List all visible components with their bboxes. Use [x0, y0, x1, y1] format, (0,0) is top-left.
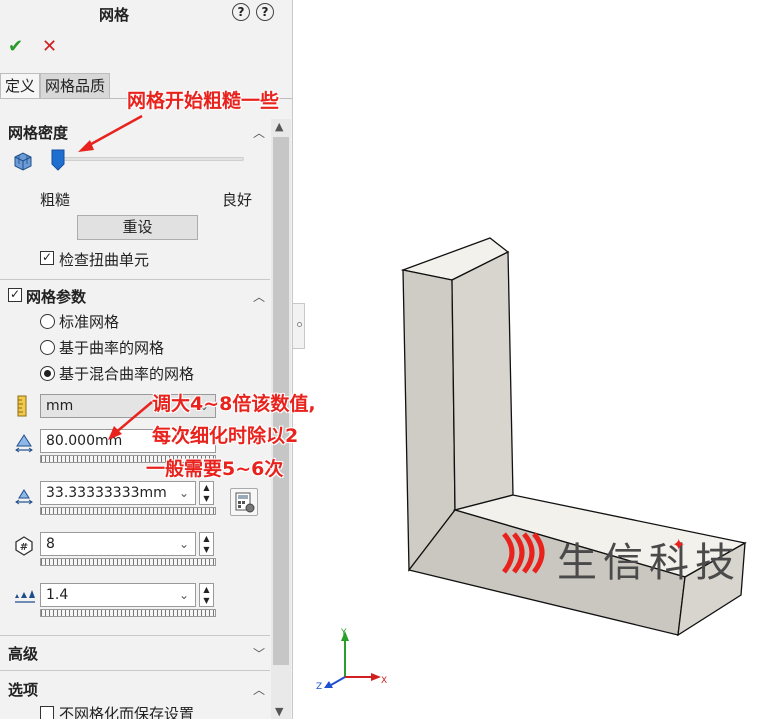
watermark-logo-icon — [501, 532, 545, 574]
tab-definition[interactable]: 定义 — [0, 73, 41, 98]
growth-ratio-thumbwheel[interactable] — [40, 609, 216, 617]
cancel-button[interactable]: ✕ — [42, 36, 57, 57]
triad-y-label: Y — [340, 628, 347, 638]
mesh-params-title[interactable]: 网格参数 — [26, 286, 86, 307]
whats-new-help-icon[interactable]: ? — [232, 3, 250, 21]
check-distorted-label: 检查扭曲单元 — [59, 251, 150, 269]
annotation-size-note-2: 每次细化时除以2 — [152, 425, 299, 447]
radio-blended-curvature-mesh[interactable] — [40, 366, 55, 381]
annotation-arrow-to-slider — [78, 114, 143, 152]
circle-elements-value: 8 — [46, 536, 55, 552]
mesh-density-slider-thumb[interactable] — [51, 149, 65, 171]
options-title[interactable]: 选项 — [8, 679, 38, 700]
advanced-expand-icon[interactable]: ﹀ — [253, 645, 265, 662]
panel-title: 网格 — [98, 6, 129, 24]
min-element-size-value: 33.33333333mm — [46, 485, 167, 501]
standard-mesh-label: 标准网格 — [59, 313, 120, 331]
curvature-mesh-label: 基于曲率的网格 — [59, 339, 165, 357]
unit-value: mm — [46, 398, 74, 414]
section-divider — [0, 635, 270, 636]
check-distorted-checkbox[interactable]: ✓ — [40, 251, 54, 265]
mesh-params-collapse-icon[interactable]: ︿ — [253, 288, 265, 305]
min-size-triangle-icon — [15, 489, 33, 505]
chevron-down-icon: ⌄ — [178, 537, 189, 551]
options-collapse-icon[interactable]: ︿ — [253, 681, 265, 698]
growth-ratio-spinner[interactable]: ▲ ▼ — [199, 583, 214, 607]
circle-elements-thumbwheel[interactable] — [40, 558, 216, 566]
radio-curvature-mesh[interactable] — [40, 340, 55, 355]
section-divider — [0, 670, 270, 671]
reset-button[interactable]: 重设 — [77, 215, 198, 240]
save-settings-label: 不网格化而保存设置 — [59, 705, 195, 719]
circle-elements-input[interactable]: 8 ⌄ — [40, 532, 196, 556]
min-size-spinner[interactable]: ▲ ▼ — [199, 481, 214, 505]
growth-ratio-value: 1.4 — [46, 587, 69, 603]
calculator-button[interactable] — [230, 488, 258, 516]
growth-ratio-input[interactable]: 1.4 ⌄ — [40, 583, 196, 607]
help-icons: ? ? — [232, 3, 274, 21]
triad-z-label: Z — [316, 682, 322, 692]
watermark-text: 生信科技 — [557, 540, 741, 586]
blended-curvature-mesh-label: 基于混合曲率的网格 — [59, 365, 195, 383]
coordinate-triad[interactable]: Y X Z — [315, 625, 395, 695]
svg-text:#: # — [20, 542, 28, 553]
chevron-down-icon: ⌄ — [178, 486, 189, 500]
calculator-icon — [235, 492, 255, 513]
annotation-size-note-1: 调大4~8倍该数值, — [152, 393, 316, 415]
growth-ratio-icon — [15, 590, 35, 603]
annotation-arrow-to-field — [108, 401, 153, 440]
scroll-up-icon[interactable]: ▲ — [275, 120, 283, 133]
mesh-cube-icon — [14, 152, 32, 171]
section-divider — [0, 279, 270, 280]
min-element-size-input[interactable]: 33.33333333mm ⌄ — [40, 481, 196, 505]
mesh-params-checkbox[interactable]: ✓ — [8, 288, 22, 302]
save-settings-checkbox[interactable] — [40, 706, 54, 719]
advanced-title[interactable]: 高级 — [8, 643, 38, 664]
scroll-down-icon[interactable]: ▼ — [275, 705, 283, 718]
annotation-size-note-3: 一般需要5~6次 — [146, 458, 284, 480]
ruler-icon — [17, 395, 27, 417]
circle-hash-icon: # — [15, 536, 33, 556]
ok-button[interactable]: ✔ — [8, 36, 23, 57]
mesh-density-collapse-icon[interactable]: ︿ — [253, 124, 265, 141]
splitter-grip-icon[interactable] — [297, 322, 302, 327]
max-size-triangle-icon — [15, 434, 33, 453]
radio-standard-mesh[interactable] — [40, 314, 55, 329]
coarse-label: 粗糙 — [40, 191, 71, 209]
mesh-density-title[interactable]: 网格密度 — [8, 122, 68, 143]
triad-x-label: X — [381, 676, 387, 686]
chevron-down-icon: ⌄ — [178, 588, 189, 602]
tab-mesh-quality[interactable]: 网格品质 — [40, 73, 111, 98]
watermark-star-icon: ✦ — [672, 535, 686, 554]
help-icon[interactable]: ? — [256, 3, 274, 21]
circle-elements-spinner[interactable]: ▲ ▼ — [199, 532, 214, 556]
fine-label: 良好 — [222, 191, 253, 209]
panel-tabs: 定义 网格品质 — [0, 73, 111, 98]
min-size-thumbwheel[interactable] — [40, 507, 216, 515]
